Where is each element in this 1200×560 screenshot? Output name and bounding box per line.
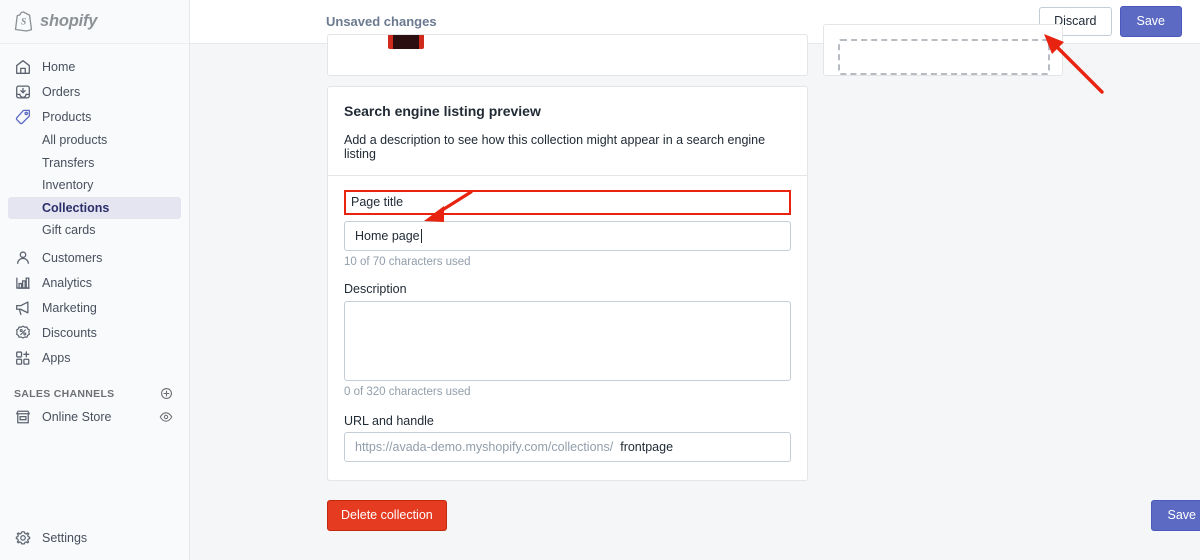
discounts-percent-icon [14, 324, 32, 342]
footer-actions: Delete collection Save [327, 500, 1200, 531]
sidebar-item-analytics[interactable]: Analytics [8, 271, 181, 296]
sidebar-item-label: Marketing [42, 301, 97, 315]
marketing-megaphone-icon [14, 299, 32, 317]
unsaved-changes-status: Unsaved changes [326, 14, 437, 29]
field-spacer [344, 268, 791, 280]
seo-card-header: Search engine listing preview Add a desc… [328, 87, 807, 175]
page-title-input[interactable]: Home page [344, 221, 791, 251]
sidebar-item-label: Discounts [42, 326, 97, 340]
sidebar-item-customers[interactable]: Customers [8, 246, 181, 271]
delete-collection-button[interactable]: Delete collection [327, 500, 447, 531]
sidebar: S shopify Home Orders Products All produ… [0, 0, 190, 560]
image-dropzone[interactable] [838, 39, 1050, 75]
sidebar-item-label: Home [42, 59, 76, 74]
sidebar-item-label: Inventory [42, 178, 94, 193]
page-title-value: Home page [355, 229, 420, 243]
product-thumbnail [388, 35, 424, 49]
apps-grid-plus-icon [14, 349, 32, 367]
page-title-label: Page title [351, 195, 404, 209]
sidebar-section-sales-channels: SALES CHANNELS [8, 383, 181, 405]
sidebar-item-label: Orders [42, 84, 81, 99]
seo-card-subtitle: Add a description to see how this collec… [344, 133, 766, 161]
seo-card-title: Search engine listing preview [344, 103, 541, 119]
products-tag-icon [14, 108, 32, 126]
sidebar-item-apps[interactable]: Apps [8, 346, 181, 371]
sales-channels-heading: SALES CHANNELS [14, 387, 115, 400]
url-handle-label: URL and handle [344, 414, 434, 428]
seo-card-body: Page title Home page 10 of 70 characters… [328, 176, 807, 480]
description-label: Description [344, 282, 407, 296]
sidebar-item-inventory[interactable]: Inventory [8, 174, 181, 197]
url-handle-value: frontpage [620, 440, 674, 454]
home-icon [14, 58, 32, 76]
products-card-partial [327, 34, 808, 76]
sidebar-item-label: Apps [42, 351, 71, 365]
shopify-bag-icon: S [14, 11, 33, 32]
description-counter: 0 of 320 characters used [344, 386, 471, 398]
main-content: Search engine listing preview Add a desc… [190, 24, 1200, 560]
page-title-counter: 10 of 70 characters used [344, 256, 471, 268]
brand-logo-area[interactable]: S shopify [0, 0, 189, 44]
eye-icon[interactable] [159, 410, 173, 424]
url-prefix: https://avada-demo.myshopify.com/collect… [355, 440, 614, 454]
sidebar-settings-row: Settings [0, 525, 190, 550]
sidebar-item-settings[interactable]: Settings [8, 525, 182, 550]
sidebar-item-orders[interactable]: Orders [8, 79, 181, 104]
save-button-bottom[interactable]: Save [1150, 500, 1200, 531]
sidebar-item-all-products[interactable]: All products [8, 129, 181, 152]
sidebar-item-label: Collections [42, 200, 110, 215]
image-card-partial [823, 24, 1063, 76]
sidebar-item-online-store[interactable]: Online Store [8, 405, 181, 430]
sidebar-item-label: Analytics [42, 276, 93, 290]
sidebar-item-label: All products [42, 133, 108, 148]
sidebar-item-home[interactable]: Home [8, 54, 181, 79]
text-cursor [420, 229, 422, 243]
online-store-label-group: Online Store [14, 408, 111, 426]
sidebar-item-marketing[interactable]: Marketing [8, 296, 181, 321]
sidebar-item-label: Gift cards [42, 223, 96, 238]
sidebar-item-discounts[interactable]: Discounts [8, 321, 181, 346]
shopify-admin-screen: S shopify Home Orders Products All produ… [0, 0, 1200, 560]
brand-name: shopify [40, 12, 98, 30]
sidebar-item-products[interactable]: Products [8, 104, 181, 129]
search-engine-listing-card: Search engine listing preview Add a desc… [327, 86, 808, 481]
page-title-label-highlight: Page title [344, 190, 791, 215]
plus-circle-icon[interactable] [160, 387, 173, 400]
customers-person-icon [14, 249, 32, 267]
nav-divider-space [0, 371, 189, 383]
save-button-top[interactable]: Save [1119, 6, 1182, 37]
sidebar-item-label: Transfers [42, 155, 95, 170]
orders-inbox-icon [14, 83, 32, 101]
online-store-icon [14, 408, 32, 426]
sidebar-item-collections[interactable]: Collections [8, 196, 181, 219]
svg-text:S: S [21, 17, 26, 27]
sidebar-nav: Home Orders Products All products Transf… [0, 44, 189, 430]
sidebar-item-label: Settings [42, 530, 88, 545]
sidebar-item-transfers[interactable]: Transfers [8, 152, 181, 175]
sidebar-item-label: Online Store [42, 410, 112, 424]
analytics-bar-chart-icon [14, 274, 32, 292]
gear-icon [14, 529, 32, 547]
sidebar-item-gift-cards[interactable]: Gift cards [8, 219, 181, 242]
sidebar-item-label: Products [42, 109, 92, 124]
description-textarea[interactable] [344, 301, 791, 381]
sidebar-item-label: Customers [42, 251, 103, 265]
url-handle-input[interactable]: https://avada-demo.myshopify.com/collect… [344, 432, 791, 462]
field-spacer [344, 398, 791, 412]
